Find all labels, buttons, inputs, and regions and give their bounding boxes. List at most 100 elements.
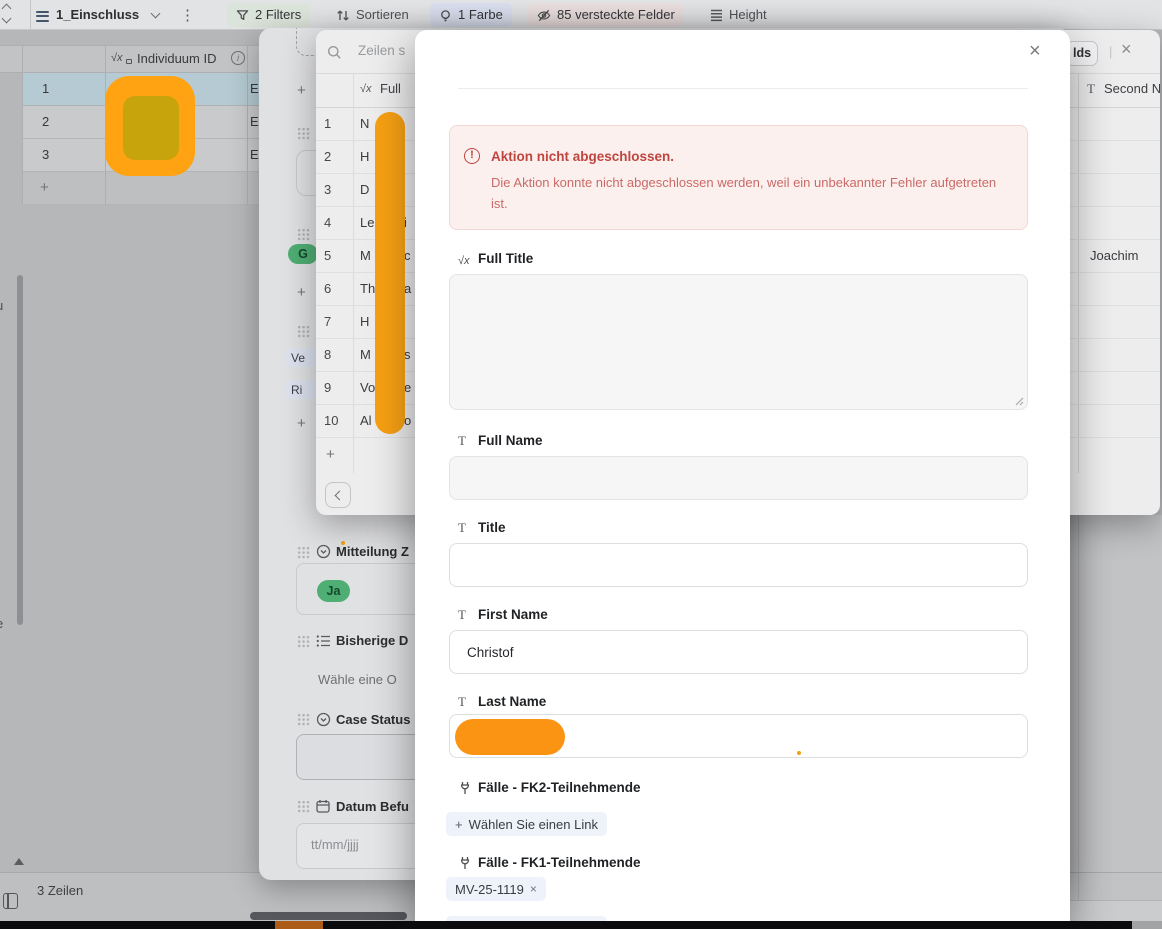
drag-handle-icon[interactable] — [297, 546, 310, 559]
add-link-chip[interactable]: + Wählen Sie einen Link — [446, 812, 607, 836]
link-field-icon — [458, 856, 472, 870]
collapse-chevrons-icon[interactable] — [3, 5, 10, 22]
drag-handle-icon[interactable] — [297, 325, 310, 338]
remove-link-icon[interactable]: × — [530, 882, 537, 896]
chevron-down-icon[interactable] — [151, 9, 161, 19]
redaction-blob — [375, 112, 405, 434]
date-placeholder: tt/mm/jjjj — [311, 837, 359, 852]
view-list-icon[interactable] — [36, 8, 49, 24]
column-header-full-title[interactable]: Full — [380, 81, 401, 96]
full-title-textarea[interactable] — [449, 274, 1028, 410]
drag-handle-icon[interactable] — [297, 713, 310, 726]
redaction-pill — [455, 719, 565, 755]
field-label-datum: Datum Befu — [336, 799, 409, 814]
grid-right-region — [1070, 515, 1162, 921]
resize-handle-icon[interactable] — [1015, 397, 1024, 406]
row-number: 3 — [42, 147, 49, 162]
select-chip: Ve — [286, 348, 316, 367]
first-name-input[interactable]: Christof — [449, 630, 1028, 674]
add-row-button[interactable]: + — [40, 181, 49, 195]
add-field-button[interactable]: + — [297, 84, 306, 98]
modal-close-button[interactable]: × — [1029, 40, 1041, 63]
full-name-input[interactable] — [449, 456, 1028, 500]
taskbar-right-gap — [1132, 921, 1162, 929]
view-name[interactable]: 1_Einschluss — [56, 7, 139, 22]
field-label-fk1: Fälle - FK1-Teilnehmende — [478, 855, 641, 870]
calendar-icon — [316, 799, 330, 813]
view-menu-button[interactable]: ⋮ — [180, 4, 195, 28]
field-label-full-title: Full Title — [478, 251, 533, 266]
linked-record-id: MV-25-1119 — [455, 882, 524, 897]
formula-icon: √x — [360, 83, 372, 95]
sidebar-fragment: u — [0, 298, 3, 313]
row-number: 1 — [42, 81, 49, 96]
column-header-individuum-id[interactable]: Individuum ID — [137, 51, 216, 66]
lock-icon — [126, 59, 132, 64]
linked-record-chip[interactable]: MV-25-1119 × — [446, 877, 546, 901]
formula-icon: √x — [458, 255, 470, 267]
divider — [458, 88, 1028, 89]
taskbar-orange-segment — [275, 921, 323, 929]
drag-handle-icon[interactable] — [297, 635, 310, 648]
text-field-icon: T — [458, 433, 466, 449]
text-field-icon: T — [458, 607, 466, 623]
mitteilung-value-chip: Ja — [317, 580, 350, 602]
field-label-full-name: Full Name — [478, 433, 543, 448]
drag-handle-icon[interactable] — [297, 127, 310, 140]
hide-fields-button[interactable]: lds — [1066, 41, 1098, 66]
grid-right-lower — [1070, 901, 1162, 921]
text-field-icon: T — [458, 694, 466, 710]
sidebar-edge — [17, 275, 23, 625]
field-label-case-status: Case Status — [336, 712, 410, 727]
redaction-dot — [341, 541, 345, 545]
hidden-fields-button[interactable]: 85 versteckte Felder — [528, 3, 684, 27]
drag-handle-icon[interactable] — [297, 800, 310, 813]
panel-toggle-icon[interactable] — [3, 893, 18, 909]
sort-button[interactable]: Sortieren — [327, 3, 418, 27]
horizontal-scrollbar[interactable] — [250, 912, 407, 920]
divider — [22, 46, 23, 205]
field-label-mitteilung: Mitteilung Z — [336, 544, 409, 559]
error-body: Die Aktion konnte nicht abgeschlossen we… — [491, 172, 999, 214]
select-chip: G — [288, 244, 318, 264]
info-icon[interactable]: i — [231, 51, 245, 65]
divider: | — [1109, 44, 1112, 59]
search-icon — [327, 45, 342, 60]
sidebar-fragment: e — [0, 616, 3, 631]
first-name-value: Christof — [467, 645, 514, 660]
bulb-icon — [439, 9, 452, 22]
column-header-second-name[interactable]: Second Na — [1104, 81, 1160, 96]
dialog-close-button[interactable]: × — [1121, 39, 1132, 60]
field-label-last-name: Last Name — [478, 694, 546, 709]
funnel-icon — [236, 9, 249, 22]
pager-prev-button[interactable] — [325, 482, 351, 508]
title-input[interactable] — [449, 543, 1028, 587]
add-link-row-button[interactable]: + — [326, 448, 335, 462]
select-field-icon — [316, 544, 331, 559]
divider — [247, 46, 248, 205]
row-height-button[interactable]: Height — [701, 3, 776, 27]
row-height-icon — [710, 9, 723, 22]
formula-icon: √x — [111, 52, 123, 64]
divider — [1070, 872, 1162, 873]
drag-handle-icon[interactable] — [297, 228, 310, 241]
add-field-button[interactable]: + — [297, 286, 306, 300]
error-icon: ! — [464, 148, 480, 164]
row-number: 2 — [42, 114, 49, 129]
field-label-bisherige: Bisherige D — [336, 633, 408, 648]
add-field-button[interactable]: + — [297, 417, 306, 431]
add-row-row[interactable] — [22, 172, 259, 205]
color-button[interactable]: 1 Farbe — [430, 3, 512, 27]
cell-fragment: E — [250, 114, 259, 129]
filters-button[interactable]: 2 Filters — [227, 3, 310, 27]
select-field-icon — [316, 712, 331, 727]
eye-off-icon — [537, 9, 551, 22]
multiselect-field-icon — [316, 634, 331, 648]
error-title: Aktion nicht abgeschlossen. — [491, 149, 674, 164]
choose-option-button[interactable]: Wähle eine O — [318, 672, 397, 687]
last-name-input[interactable] — [449, 714, 1028, 758]
field-label-first-name: First Name — [478, 607, 548, 622]
text-field-icon: T — [458, 520, 466, 536]
search-input[interactable]: Zeilen s — [358, 43, 405, 58]
scroll-top-arrow-icon[interactable] — [14, 858, 24, 865]
